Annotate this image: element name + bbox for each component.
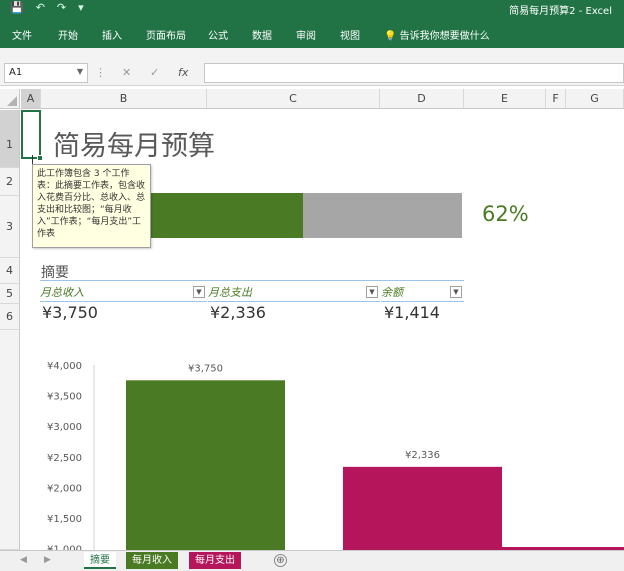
table-header-balance[interactable]: 余额 ▼ [381, 284, 464, 302]
enter-icon[interactable]: ✓ [150, 66, 159, 79]
sheet-tab-bar: ◀ ▶ 摘要 每月收入 每月支出 ⊕ [0, 550, 624, 571]
select-all-corner[interactable] [0, 89, 20, 109]
row-header-6[interactable]: 6 [0, 304, 20, 330]
insert-function-icon[interactable]: fx [178, 66, 188, 79]
column-header-d[interactable]: D [380, 89, 464, 109]
column-header-f[interactable]: F [546, 89, 566, 109]
formula-bar: A1 ▼ ⋮ ✕ ✓ fx [0, 60, 624, 86]
selected-cell-a1[interactable] [21, 110, 41, 159]
name-box[interactable]: A1 ▼ [4, 63, 88, 83]
income-expense-chart[interactable]: ¥1,000¥1,500¥2,000¥2,500¥3,000¥3,500¥4,0… [21, 340, 624, 550]
customize-icon[interactable]: ▾ [78, 1, 84, 14]
window-title: 简易每月预算2 - Excel [509, 6, 612, 17]
row-header-chart-area[interactable] [0, 330, 20, 550]
summary-heading[interactable]: 摘要 [41, 262, 69, 282]
tab-page-layout[interactable]: 页面布局 [146, 27, 186, 42]
filter-dropdown-icon[interactable]: ▼ [366, 286, 378, 298]
tab-insert[interactable]: 插入 [102, 27, 122, 42]
tab-formulas[interactable]: 公式 [208, 27, 228, 42]
y-tick-label: ¥4,000 [47, 361, 82, 372]
filter-dropdown-icon[interactable]: ▼ [193, 286, 205, 298]
cell-comment: 此工作簿包含 3 个工作表：此摘要工作表，包含收入花费百分比、总收入、总支出和比… [32, 164, 151, 248]
total-income-value[interactable]: ¥3,750 [42, 303, 98, 322]
drag-handle-icon[interactable]: ⋮ [95, 66, 106, 79]
row-header-2[interactable]: 2 [0, 168, 20, 196]
quick-access-toolbar: 💾 ↶ ↷ ▾ [10, 1, 84, 14]
scroll-right-icon[interactable]: ▶ [44, 555, 51, 565]
table-header-income[interactable]: 月总收入 ▼ [40, 284, 207, 302]
chart-bar-expense[interactable] [343, 466, 502, 550]
tab-view[interactable]: 视图 [340, 27, 360, 42]
ribbon-collapsed-area [0, 48, 624, 60]
row-header-1[interactable]: 1 [0, 110, 20, 168]
lightbulb-icon: 💡 [384, 31, 397, 42]
column-header-g[interactable]: G [566, 89, 624, 109]
save-icon[interactable]: 💾 [10, 1, 24, 14]
y-tick-label: ¥3,500 [47, 392, 82, 403]
cancel-icon[interactable]: ✕ [122, 66, 131, 79]
sheet-tab-summary[interactable]: 摘要 [84, 552, 116, 569]
column-header-a[interactable]: A [21, 89, 41, 109]
column-header-b[interactable]: B [41, 89, 207, 109]
chevron-down-icon[interactable]: ▼ [77, 67, 83, 76]
title-bar: 💾 ↶ ↷ ▾ 简易每月预算2 - Excel [0, 0, 624, 18]
y-tick-label: ¥1,500 [47, 514, 82, 525]
y-tick-label: ¥2,000 [47, 483, 82, 494]
ribbon-tabs: 文件 开始 插入 页面布局 公式 数据 审阅 视图 💡 告诉我你想要做什么 [0, 18, 624, 48]
chart-data-label: ¥2,336 [405, 450, 440, 461]
tab-file[interactable]: 文件 [12, 27, 32, 42]
tab-home[interactable]: 开始 [58, 27, 78, 42]
row-header-4[interactable]: 4 [0, 258, 20, 284]
y-tick-label: ¥3,000 [47, 422, 82, 433]
summary-divider [40, 280, 464, 281]
add-sheet-icon[interactable]: ⊕ [274, 554, 287, 567]
column-header-c[interactable]: C [207, 89, 380, 109]
budget-title[interactable]: 简易每月预算 [53, 124, 215, 163]
chart-bar-income[interactable] [126, 380, 285, 550]
tab-review[interactable]: 审阅 [296, 27, 316, 42]
table-header-expense[interactable]: 月总支出 ▼ [208, 284, 380, 302]
redo-icon[interactable]: ↷ [57, 1, 66, 14]
row-header-3[interactable]: 3 [0, 196, 20, 258]
filter-dropdown-icon[interactable]: ▼ [450, 286, 462, 298]
undo-icon[interactable]: ↶ [36, 1, 45, 14]
row-header-5[interactable]: 5 [0, 284, 20, 304]
column-header-e[interactable]: E [464, 89, 546, 109]
y-tick-label: ¥2,500 [47, 453, 82, 464]
percent-spent-label[interactable]: 62% [482, 202, 529, 226]
total-expense-value[interactable]: ¥2,336 [210, 303, 266, 322]
tell-me-search[interactable]: 💡 告诉我你想要做什么 [384, 27, 490, 42]
tab-data[interactable]: 数据 [252, 27, 272, 42]
sheet-tab-monthly-income[interactable]: 每月收入 [126, 552, 178, 569]
sheet-tab-monthly-expense[interactable]: 每月支出 [189, 552, 241, 569]
scroll-left-icon[interactable]: ◀ [20, 555, 27, 565]
chart-data-label: ¥3,750 [188, 363, 223, 374]
formula-input[interactable] [204, 63, 624, 83]
balance-value[interactable]: ¥1,414 [384, 303, 440, 322]
